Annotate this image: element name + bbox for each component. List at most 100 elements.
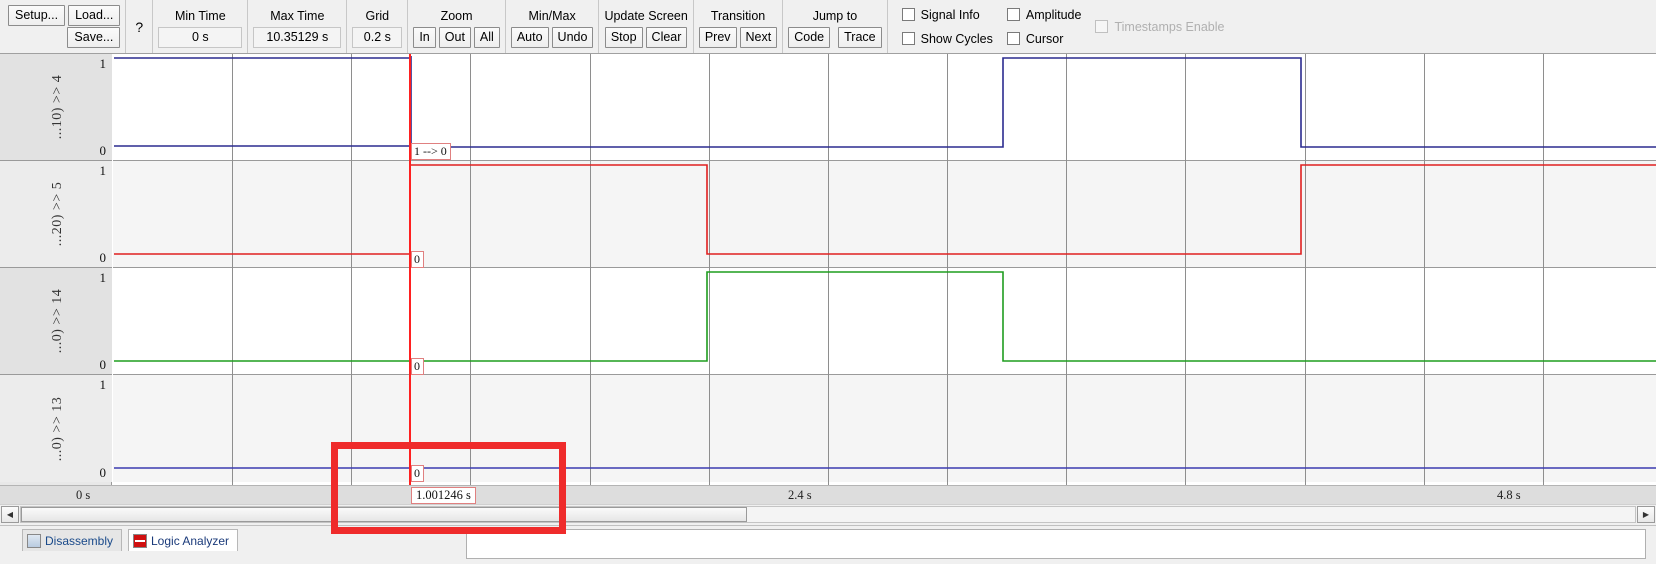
signal-label-cell-4[interactable]: 1 0 ...0) >> 13	[0, 375, 112, 482]
show-cycles-checkbox-row[interactable]: Show Cycles	[901, 28, 993, 50]
transition-annotation-signal-1: 1 --> 0	[411, 143, 451, 160]
toolbar-group-max-time: Max Time 10.35129 s	[248, 0, 348, 53]
time-tick-2: 4.8 s	[1497, 488, 1521, 502]
waveform-area: 1 0 ...10) >> 4 1 0 ...20) >> 5 1 0 ...0…	[0, 54, 1656, 485]
max-time-label: Max Time	[270, 9, 325, 23]
tab-logic-analyzer-label: Logic Analyzer	[151, 533, 230, 548]
cursor-time-readout: 1.001246 s	[411, 487, 476, 504]
toolbar-group-help: ?	[126, 0, 154, 53]
horizontal-scrollbar[interactable]: ◀ ▶	[0, 504, 1656, 524]
toolbar-group-zoom: Zoom In Out All	[408, 0, 506, 53]
show-cycles-label: Show Cycles	[920, 31, 993, 46]
setup-button[interactable]: Setup...	[8, 5, 66, 26]
signal-3-low-label: 0	[99, 357, 107, 372]
toolbar-group-grid: Grid 0.2 s	[347, 0, 409, 53]
scrollbar-thumb[interactable]	[21, 507, 747, 522]
tab-content-field	[466, 529, 1646, 559]
checkbox-column-1: Signal Info Show Cycles	[901, 0, 993, 53]
minmax-auto-button[interactable]: Auto	[510, 27, 549, 48]
scroll-right-icon[interactable]: ▶	[1637, 506, 1655, 523]
timestamps-enable-checkbox	[1095, 20, 1109, 33]
toolbar-group-transition: Transition Prev Next	[694, 0, 784, 53]
signal-4-name: ...0) >> 13	[50, 396, 66, 461]
trace-signal-1-path	[114, 57, 1656, 148]
grid-label: Grid	[365, 9, 390, 23]
toolbar: Setup... Load... Save... ? Min Time 0 s …	[0, 0, 1656, 54]
toolbar-group-file: Setup... Load... Save...	[0, 0, 127, 53]
minmax-undo-button[interactable]: Undo	[551, 27, 594, 48]
minmax-label: Min/Max	[528, 8, 576, 23]
amplitude-label: Amplitude	[1025, 7, 1082, 22]
signal-label-cell-2[interactable]: 1 0 ...20) >> 5	[0, 161, 112, 268]
signal-label-cell-3[interactable]: 1 0 ...0) >> 14	[0, 268, 112, 375]
cursor-label: Cursor	[1025, 31, 1064, 46]
transition-next-button[interactable]: Next	[739, 27, 778, 48]
toolbar-group-jump-to: Jump to Code Trace	[783, 0, 888, 53]
signal-4-low-label: 0	[99, 465, 107, 480]
signal-label-column: 1 0 ...10) >> 4 1 0 ...20) >> 5 1 0 ...0…	[0, 54, 112, 485]
jump-code-button[interactable]: Code	[788, 27, 831, 48]
zoom-out-button[interactable]: Out	[438, 27, 471, 48]
checkbox-column-2: Amplitude Cursor	[1006, 0, 1082, 53]
save-button[interactable]: Save...	[67, 27, 121, 48]
signal-info-checkbox[interactable]	[901, 8, 915, 21]
update-screen-label: Update Screen	[604, 8, 688, 23]
logic-analyzer-icon	[133, 533, 147, 548]
cursor-checkbox-row[interactable]: Cursor	[1006, 28, 1082, 50]
signal-1-low-label: 0	[99, 143, 107, 158]
time-ruler[interactable]: 0 s 2.4 s 4.8 s 1.001246 s	[0, 485, 1656, 504]
clear-button[interactable]: Clear	[645, 27, 688, 48]
time-tick-0: 0 s	[76, 488, 91, 502]
zoom-all-button[interactable]: All	[473, 27, 500, 48]
signal-3-high-label: 1	[99, 270, 107, 285]
value-badge-signal-3: 0	[411, 358, 424, 375]
trace-signal-3	[114, 271, 1656, 362]
checkbox-column-3: Timestamps Enable	[1095, 0, 1224, 53]
timestamps-checkbox-row: Timestamps Enable	[1095, 16, 1224, 38]
signal-2-high-label: 1	[99, 163, 107, 178]
scrollbar-track[interactable]	[20, 506, 1636, 523]
signal-1-high-label: 1	[99, 56, 107, 71]
toolbar-group-options: Signal Info Show Cycles Amplitude Cursor	[888, 0, 1244, 53]
signal-label-cell-1[interactable]: 1 0 ...10) >> 4	[0, 54, 112, 161]
signal-2-name: ...20) >> 5	[50, 181, 66, 247]
max-time-field[interactable]: 10.35129 s	[253, 27, 342, 48]
logic-analyzer-window: Setup... Load... Save... ? Min Time 0 s …	[0, 0, 1656, 564]
transition-prev-button[interactable]: Prev	[698, 27, 737, 48]
tab-disassembly-label: Disassembly	[45, 533, 114, 548]
amplitude-checkbox-row[interactable]: Amplitude	[1006, 4, 1082, 26]
signal-4-high-label: 1	[99, 377, 107, 392]
trace-signal-1	[114, 56, 412, 147]
disassembly-icon	[27, 533, 41, 548]
show-cycles-checkbox[interactable]	[901, 32, 915, 45]
grid-field[interactable]: 0.2 s	[352, 27, 403, 48]
value-badge-signal-4: 0	[411, 465, 424, 482]
tab-disassembly[interactable]: Disassembly	[22, 529, 123, 551]
signal-info-label: Signal Info	[920, 7, 980, 22]
help-icon[interactable]: ?	[131, 19, 147, 35]
min-time-label: Min Time	[174, 9, 226, 23]
amplitude-checkbox[interactable]	[1006, 8, 1020, 21]
zoom-in-button[interactable]: In	[413, 27, 436, 48]
timestamps-enable-label: Timestamps Enable	[1114, 19, 1225, 34]
jump-to-label: Jump to	[812, 8, 858, 23]
signal-3-name: ...0) >> 14	[50, 288, 66, 354]
cursor-checkbox[interactable]	[1006, 32, 1020, 45]
time-tick-1: 2.4 s	[788, 488, 812, 502]
waveform-plot[interactable]: 1 --> 0 0 0 0	[113, 54, 1656, 485]
stop-button[interactable]: Stop	[604, 27, 643, 48]
scroll-left-icon[interactable]: ◀	[1, 506, 19, 523]
toolbar-group-update-screen: Update Screen Stop Clear	[599, 0, 694, 53]
toolbar-group-min-time: Min Time 0 s	[153, 0, 249, 53]
trace-signal-2	[114, 164, 1656, 255]
load-button[interactable]: Load...	[68, 5, 121, 26]
signal-info-checkbox-row[interactable]: Signal Info	[901, 4, 993, 26]
zoom-label: Zoom	[440, 8, 473, 23]
bottom-tab-bar: Disassembly Logic Analyzer	[0, 525, 1656, 564]
time-cursor[interactable]	[409, 54, 411, 485]
min-time-field[interactable]: 0 s	[158, 27, 243, 48]
value-badge-signal-2: 0	[411, 251, 424, 268]
jump-trace-button[interactable]: Trace	[838, 27, 882, 48]
transition-label: Transition	[710, 8, 766, 23]
tab-logic-analyzer[interactable]: Logic Analyzer	[128, 529, 239, 551]
